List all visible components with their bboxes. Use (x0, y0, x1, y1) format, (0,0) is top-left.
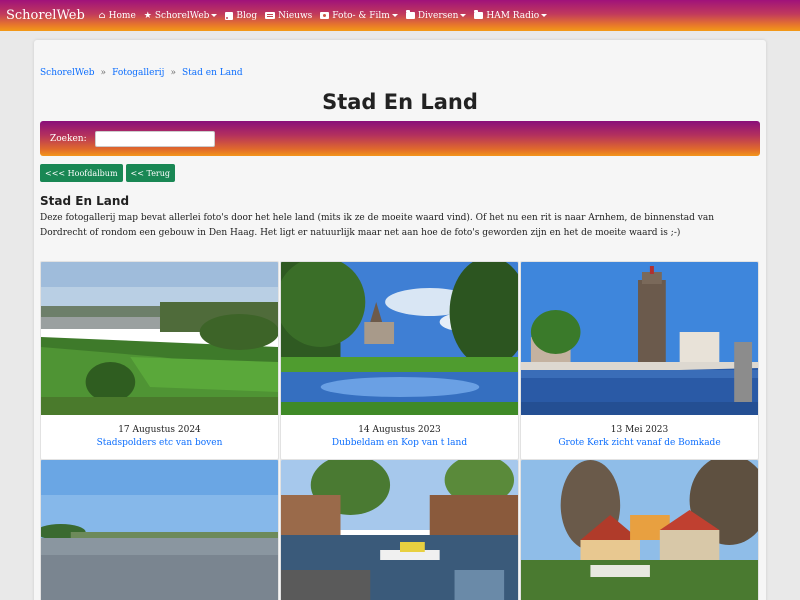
search-label: Zoeken: (50, 133, 87, 144)
nav-item-foto-film[interactable]: Foto- & Film (320, 11, 398, 21)
album-thumbnail[interactable] (521, 262, 758, 415)
album-date: 13 Mei 2023 (610, 425, 669, 435)
top-navbar: SchorelWeb ⌂ Home ★ SchorelWeb Blog Nieu… (0, 0, 800, 31)
album-link[interactable]: Grote Kerk zicht vanaf de Bomkade (521, 438, 758, 448)
breadcrumb: SchorelWeb » Fotogallerij » Stad en Land (40, 68, 243, 78)
nav-item-label: Diversen (417, 10, 459, 21)
star-icon: ★ (143, 10, 152, 21)
nav-item-label: Nieuws (278, 10, 313, 21)
gallery-card[interactable]: 17 Augustus 2024 Stadspolders etc van bo… (40, 261, 279, 460)
nav-item-home[interactable]: ⌂ Home (99, 11, 136, 21)
gallery-card[interactable]: 13 Mei 2023 Grote Kerk zicht vanaf de Bo… (520, 261, 759, 460)
chevron-down-icon (541, 14, 548, 17)
folder-icon (405, 10, 415, 19)
breadcrumb-link-current[interactable]: Stad en Land (182, 68, 243, 78)
search-bar: Zoeken: (40, 121, 760, 156)
nav-item-blog[interactable]: Blog (225, 11, 257, 21)
nav-item-label: Blog (236, 10, 258, 21)
nav-item-nieuws[interactable]: Nieuws (265, 11, 312, 21)
album-link[interactable]: Dubbeldam en Kop van t land (281, 438, 518, 448)
chevron-down-icon (460, 14, 467, 17)
nav-item-label: Foto- & Film (332, 10, 390, 21)
nav-item-schorelweb[interactable]: ★ SchorelWeb (144, 11, 218, 21)
nav-item-label: Home (108, 10, 136, 21)
album-date: 17 Augustus 2024 (118, 425, 201, 435)
album-description: Deze fotogallerij map bevat allerlei fot… (40, 213, 715, 238)
album-thumbnail[interactable] (281, 262, 518, 415)
gallery-card[interactable]: 14 Augustus 2023 Dubbeldam en Kop van t … (280, 261, 519, 460)
album-date: 14 Augustus 2023 (358, 425, 441, 435)
album-thumbnail[interactable] (281, 460, 518, 600)
page-title: Stad En Land (322, 90, 478, 114)
nav-item-ham-radio[interactable]: HAM Radio (474, 10, 548, 21)
nav-item-diversen[interactable]: Diversen (405, 10, 467, 21)
nav-item-label: SchorelWeb (154, 10, 210, 21)
brand-logo[interactable]: SchorelWeb (6, 8, 85, 23)
breadcrumb-link-gallery[interactable]: Fotogallerij (112, 68, 164, 78)
breadcrumb-link-home[interactable]: SchorelWeb (40, 68, 95, 78)
newspaper-icon (265, 12, 276, 19)
chevron-down-icon (211, 14, 218, 17)
gallery-card[interactable] (280, 459, 519, 600)
folder-icon (474, 10, 484, 19)
rss-icon (225, 11, 234, 20)
section-title: Stad En Land (40, 194, 130, 208)
album-thumbnail[interactable] (521, 460, 758, 600)
gallery-card[interactable] (40, 459, 279, 600)
main-container: SchorelWeb » Fotogallerij » Stad en Land… (34, 40, 766, 600)
back-button[interactable]: << Terug (125, 164, 176, 182)
album-thumbnail[interactable] (41, 262, 278, 415)
navigation-buttons: <<< Hoofdalbum << Terug (40, 164, 176, 182)
nav-item-label: HAM Radio (486, 10, 540, 21)
chevron-down-icon (391, 14, 398, 17)
main-album-button[interactable]: <<< Hoofdalbum (40, 164, 123, 182)
camera-icon (320, 12, 330, 19)
breadcrumb-separator: » (170, 68, 176, 78)
breadcrumb-separator: » (100, 68, 107, 78)
album-link[interactable]: Stadspolders etc van boven (41, 438, 278, 448)
search-input[interactable] (94, 130, 215, 147)
home-icon: ⌂ (98, 10, 106, 21)
album-thumbnail[interactable] (41, 460, 278, 600)
gallery-card[interactable] (520, 459, 759, 600)
